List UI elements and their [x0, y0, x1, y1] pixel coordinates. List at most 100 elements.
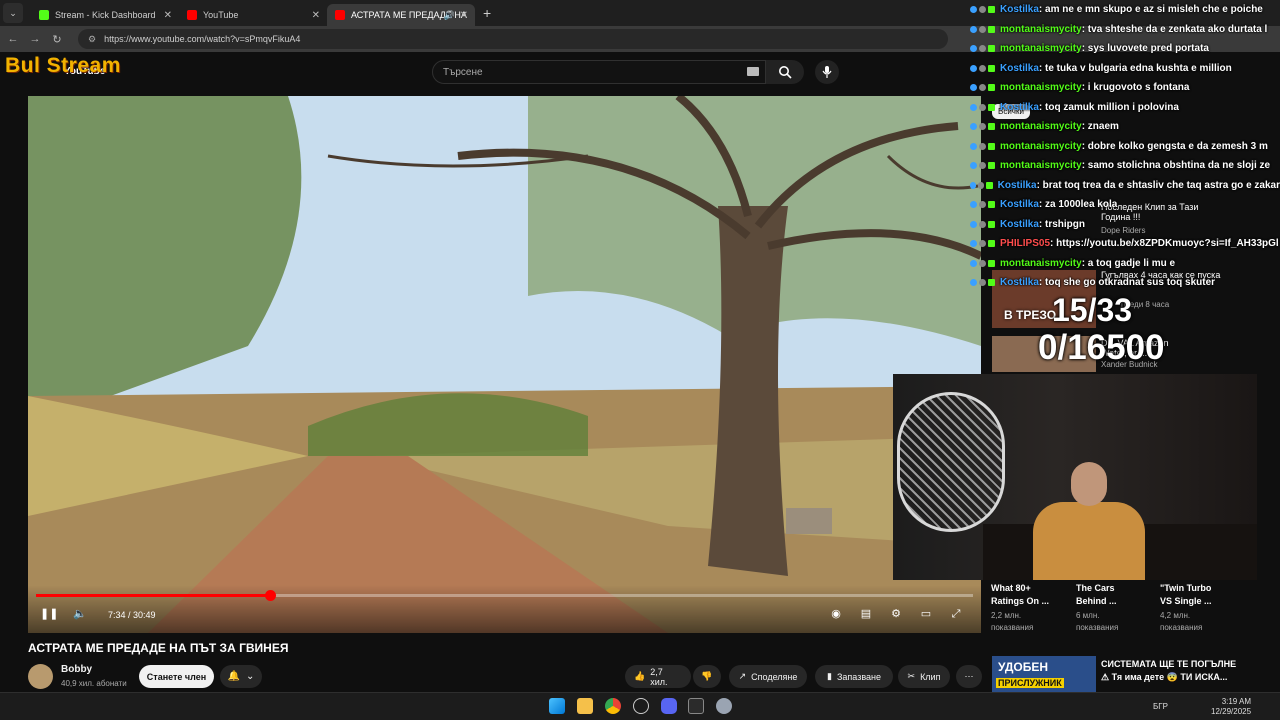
chat-text: : za 1000lea kola	[1038, 199, 1118, 211]
rec-bottom-3[interactable]: "Twin Turbo VS Single ... 4,2 млн. показ…	[1160, 583, 1212, 632]
rec-title-line2: Ratings On ...	[991, 596, 1050, 606]
chat-text: : sys luvovete pred portata	[1081, 43, 1209, 55]
badge-icon	[979, 259, 986, 267]
chrome-icon[interactable]	[605, 698, 621, 714]
chat-text: : i krugovoto s fontana	[1081, 82, 1190, 94]
badge-icon	[979, 6, 986, 14]
tab-label: Stream - Kick Dashboard	[55, 10, 156, 20]
notification-bell-button[interactable]: 🔔 ⌄	[220, 665, 262, 688]
close-tab-icon[interactable]: ✕	[164, 10, 172, 21]
fullscreen-icon[interactable]: ⤢	[948, 606, 964, 622]
more-actions-button[interactable]: ⋯	[956, 665, 982, 688]
rec-last-thumbnail[interactable]: УДОБЕН ПРИСЛУЖНИК	[992, 656, 1096, 692]
windows-taskbar: БГР 3:19 AM 12/29/2025	[0, 692, 1280, 720]
chat-username: Kostilka	[1000, 277, 1039, 289]
site-info-icon[interactable]: ⚙	[88, 34, 96, 45]
voice-search-button[interactable]	[815, 60, 839, 84]
subtitles-icon[interactable]: ▤	[858, 606, 874, 622]
tray-lang[interactable]: БГР	[1153, 702, 1168, 712]
share-button[interactable]: ↗ Споделяне	[729, 665, 807, 688]
join-button[interactable]: Станете член	[139, 665, 214, 688]
badge-icon	[988, 123, 995, 131]
tab-kick-dashboard[interactable]: Stream - Kick Dashboard ✕	[31, 4, 179, 26]
save-label: Запазване	[836, 671, 881, 682]
settings-gear-icon[interactable]	[716, 698, 732, 714]
settings-icon[interactable]: ⚙	[888, 606, 904, 622]
forward-icon[interactable]: →	[24, 33, 46, 45]
chat-text: : dobre kolko gengsta e da zemesh 3 m	[1081, 140, 1268, 152]
channel-name[interactable]: Bobby	[61, 664, 92, 675]
url-field[interactable]: ⚙ https://www.youtube.com/watch?v=sPmqvF…	[78, 29, 948, 49]
chat-username: montanaismycity	[1000, 257, 1082, 269]
search-input[interactable]: Търсене	[432, 60, 766, 84]
streamer-body	[1033, 502, 1145, 580]
badge-icon	[970, 162, 977, 170]
tray-clock[interactable]: 3:19 AM 12/29/2025	[1211, 697, 1251, 717]
chat-message: montanaismycity: a toq gadje li mu e	[970, 254, 1280, 274]
search-button[interactable]	[766, 60, 804, 84]
badge-icon	[979, 162, 986, 170]
reload-icon[interactable]: ↻	[46, 33, 68, 46]
chat-username: montanaismycity	[1000, 140, 1082, 152]
badge-icon	[979, 123, 986, 131]
rec-title: "Twin Turbo	[1160, 583, 1212, 593]
chat-text: : am ne e mn skupo e az si misleh che e …	[1038, 4, 1263, 16]
progress-bar[interactable]	[36, 590, 973, 601]
keyboard-icon[interactable]	[747, 67, 759, 76]
volume-icon[interactable]: 🔈	[72, 606, 88, 622]
dislike-button[interactable]: 👎	[693, 665, 721, 688]
streamer-head	[1071, 462, 1107, 506]
autoplay-toggle-icon[interactable]: ◉	[828, 606, 844, 622]
close-tab-icon[interactable]: ✕	[312, 10, 320, 21]
chat-username: montanaismycity	[1000, 82, 1082, 94]
rec-last[interactable]: СИСТЕМАТА ЩЕ ТЕ ПОГЪЛНЕ ⚠ Тя има дете 😨 …	[1101, 659, 1236, 683]
tab-youtube[interactable]: YouTube ✕	[179, 4, 327, 26]
like-button[interactable]: 👍 2,7 хил.	[625, 665, 691, 688]
rec-views: 6 млн.	[1076, 611, 1100, 620]
discord-icon[interactable]	[661, 698, 677, 714]
back-icon[interactable]: ←	[2, 33, 24, 45]
rec-bottom-2[interactable]: The Cars Behind ... 6 млн. показвания	[1076, 583, 1118, 632]
badge-icon	[970, 45, 977, 53]
terminal-icon[interactable]	[688, 698, 704, 714]
tab-search-button[interactable]: ⌄	[3, 3, 23, 23]
theater-mode-icon[interactable]: ▭	[918, 606, 934, 622]
share-icon: ↗	[738, 671, 747, 681]
badge-icon	[979, 64, 986, 72]
badge-icon	[979, 45, 986, 53]
chat-username: montanaismycity	[1000, 43, 1082, 55]
start-icon[interactable]	[549, 698, 565, 714]
file-explorer-icon[interactable]	[577, 698, 593, 714]
chat-username: montanaismycity	[1000, 23, 1082, 35]
rec-views: 4,2 млн.	[1160, 611, 1191, 620]
badge-icon	[988, 162, 995, 170]
tab-video-active[interactable]: АСТРАТА МЕ ПРЕДАДЕ НА 🔊 ✕	[327, 4, 475, 26]
badge-icon	[988, 259, 995, 267]
close-tab-icon[interactable]: ✕	[460, 10, 468, 21]
chat-username: PHILIPS05	[1000, 238, 1051, 250]
badge-icon	[970, 123, 977, 131]
badge-icon	[988, 279, 995, 287]
clip-button[interactable]: ✂ Клип	[898, 665, 950, 688]
share-label: Споделяне	[751, 671, 798, 682]
pause-icon[interactable]: ❚❚	[40, 606, 58, 622]
video-player[interactable]: ❚❚ 🔈 7:34 / 30:49 ◉ ▤ ⚙ ▭ ⤢	[28, 96, 981, 633]
chat-message: Kostilka: am ne e mn skupo e az si misle…	[970, 0, 1280, 20]
network-app-icon[interactable]	[633, 698, 649, 714]
progress-played	[36, 594, 271, 597]
save-button[interactable]: ▮ Запазване	[815, 665, 893, 688]
chat-text: : te tuka v bulgaria edna kushta e milli…	[1038, 62, 1232, 74]
badge-icon	[979, 201, 986, 209]
badge-icon	[988, 25, 995, 33]
microphone-icon	[822, 66, 832, 78]
new-tab-icon[interactable]: +	[483, 5, 491, 21]
search-icon	[779, 66, 792, 79]
chat-username: Kostilka	[1000, 101, 1039, 113]
hanging-chair	[897, 392, 1005, 532]
tab-label: YouTube	[203, 10, 239, 20]
chat-message: montanaismycity: znaem	[970, 117, 1280, 137]
rec-bottom-1[interactable]: What 80+ Ratings On ... 2,2 млн. показва…	[991, 583, 1049, 632]
audio-playing-icon[interactable]: 🔊	[444, 10, 455, 21]
channel-avatar[interactable]	[28, 664, 53, 689]
chat-message: Kostilka: za 1000lea kola	[970, 195, 1280, 215]
